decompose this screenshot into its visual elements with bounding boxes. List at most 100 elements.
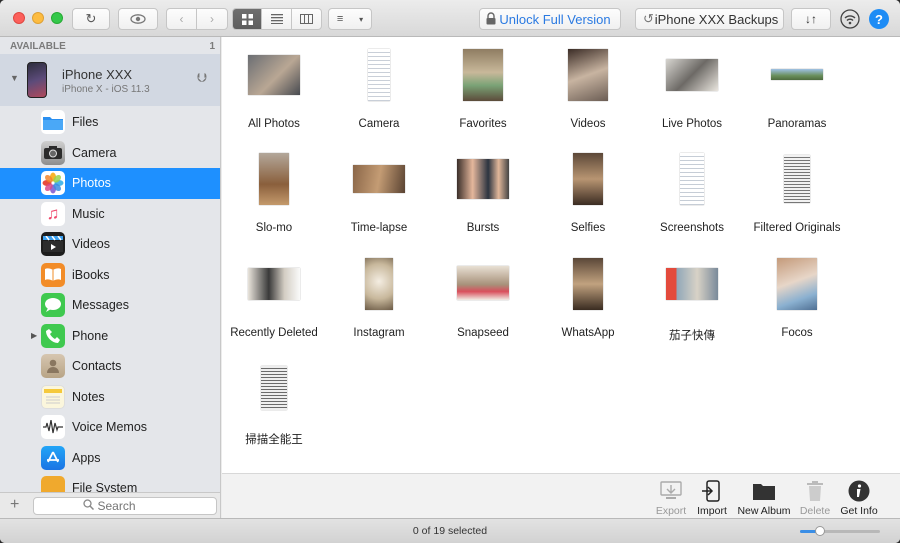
sidebar-item-files[interactable]: Files <box>0 107 220 138</box>
search-field[interactable] <box>33 497 217 515</box>
album-selfies[interactable]: Selfies <box>536 153 640 253</box>
list-view-button[interactable] <box>262 9 292 29</box>
album-label: Favorites <box>459 118 507 130</box>
album-whatsapp[interactable]: WhatsApp <box>536 258 640 358</box>
sidebar-item-ibooks[interactable]: iBooks <box>0 260 220 291</box>
album-label: Screenshots <box>660 222 724 234</box>
device-row[interactable]: ▼ iPhone XXX iPhone X - iOS 11.3 ⮋ <box>0 54 220 106</box>
sidebar-item-camera[interactable]: Camera <box>0 138 220 169</box>
album-label: Time-lapse <box>350 222 408 234</box>
photos-icon <box>41 171 65 196</box>
album-thumbnail <box>353 165 405 193</box>
backups-button[interactable]: ↺ iPhone XXX Backups <box>635 8 784 30</box>
album-favorites[interactable]: Favorites <box>431 49 535 149</box>
album-panoramas[interactable]: Panoramas <box>745 49 849 149</box>
album-thumbnail <box>666 59 718 91</box>
sidebar-item-videos[interactable]: Videos <box>0 229 220 260</box>
help-button[interactable]: ? <box>869 9 889 29</box>
minimize-window-button[interactable] <box>32 12 44 24</box>
album-thumbnail <box>248 55 300 95</box>
album-camscanner[interactable]: 掃描全能王 <box>222 362 326 462</box>
album-thumbnail <box>261 366 287 410</box>
album-snapseed[interactable]: Snapseed <box>431 258 535 358</box>
list-icon <box>270 14 283 24</box>
info-icon <box>831 480 887 502</box>
sidebar-item-apps[interactable]: Apps <box>0 443 220 474</box>
sidebar-item-label: Notes <box>72 389 105 404</box>
album-filtered-originals[interactable]: Filtered Originals <box>745 153 849 253</box>
import-button[interactable]: Import <box>684 480 740 518</box>
slider-knob[interactable] <box>815 526 825 536</box>
album-camera[interactable]: Camera <box>327 49 431 149</box>
camera-icon <box>41 140 65 165</box>
sidebar-list: Files Camera Photos ♫ Music Videos iBook… <box>0 107 220 504</box>
column-view-button[interactable] <box>292 9 321 29</box>
sidebar-item-label: Music <box>72 206 105 221</box>
preview-button[interactable] <box>118 8 158 30</box>
album-label: Panoramas <box>767 118 827 130</box>
search-icon <box>82 499 94 513</box>
voice-memos-icon <box>41 415 65 440</box>
album-thumbnail <box>368 49 390 101</box>
close-window-button[interactable] <box>13 12 25 24</box>
disclosure-triangle-icon[interactable]: ▼ <box>10 73 19 83</box>
album-thumbnail <box>573 153 603 205</box>
get-info-button[interactable]: Get Info <box>831 480 887 518</box>
forward-button[interactable]: › <box>197 9 227 29</box>
app-window: ↻ ‹ › ≡ ▾ Unlock Full Version ↺ iPhone X… <box>0 0 900 543</box>
sidebar-item-label: Contacts <box>72 359 122 374</box>
grid-icon <box>241 13 253 25</box>
sidebar-item-photos[interactable]: Photos <box>0 168 220 199</box>
selection-status: 0 of 19 selected <box>412 525 488 537</box>
album-all-photos[interactable]: All Photos <box>222 49 326 149</box>
album-thumbnail <box>777 258 817 310</box>
album-thumbnail <box>259 153 289 205</box>
usb-icon: ⮋ <box>197 70 207 85</box>
album-thumbnail <box>248 268 300 300</box>
album-slo-mo[interactable]: Slo-mo <box>222 153 326 253</box>
album-focos[interactable]: Focos <box>745 258 849 358</box>
album-thumbnail <box>666 268 718 300</box>
album-bursts[interactable]: Bursts <box>431 153 535 253</box>
album-live-photos[interactable]: Live Photos <box>640 49 744 149</box>
album-label: Videos <box>570 118 606 130</box>
unlock-full-version-button[interactable]: Unlock Full Version <box>479 8 621 30</box>
sidebar-item-voice-memos[interactable]: Voice Memos <box>0 412 220 443</box>
videos-icon <box>41 232 65 257</box>
contacts-icon <box>41 354 65 379</box>
apps-icon <box>41 445 65 470</box>
sidebar-item-notes[interactable]: Notes <box>0 382 220 413</box>
album-recently-deleted[interactable]: Recently Deleted <box>222 258 326 358</box>
album-time-lapse[interactable]: Time-lapse <box>327 153 431 253</box>
icon-view-button[interactable] <box>233 9 263 29</box>
disclosure-triangle-icon[interactable]: ▶ <box>31 331 37 340</box>
album-label: WhatsApp <box>561 327 615 339</box>
sidebar-item-phone[interactable]: ▶ Phone <box>0 321 220 352</box>
album-videos[interactable]: Videos <box>536 49 640 149</box>
search-input[interactable] <box>97 499 168 513</box>
album-thumbnail <box>365 258 393 310</box>
sort-icon: ≡ <box>336 13 344 25</box>
messages-icon <box>41 293 65 318</box>
album-screenshots[interactable]: Screenshots <box>640 153 744 253</box>
back-button[interactable]: ‹ <box>167 9 197 29</box>
chevron-right-icon: › <box>210 12 214 26</box>
transfer-button[interactable]: ↓↑ <box>791 8 831 30</box>
sidebar-item-messages[interactable]: Messages <box>0 290 220 321</box>
sidebar-item-contacts[interactable]: Contacts <box>0 351 220 382</box>
history-icon: ↺ <box>643 11 654 26</box>
sidebar-item-music[interactable]: ♫ Music <box>0 199 220 230</box>
album-thumbnail <box>457 266 509 300</box>
album-xender[interactable]: 茄子快傳 <box>640 258 744 358</box>
thumbnail-size-slider[interactable] <box>800 526 880 536</box>
album-instagram[interactable]: Instagram <box>327 258 431 358</box>
music-icon: ♫ <box>41 201 65 226</box>
new-album-button[interactable]: New Album <box>736 480 792 518</box>
wifi-button[interactable] <box>840 9 860 29</box>
refresh-button[interactable]: ↻ <box>72 8 110 30</box>
add-button[interactable]: + <box>10 496 19 514</box>
device-name: iPhone XXX <box>62 67 133 82</box>
zoom-window-button[interactable] <box>51 12 63 24</box>
sort-dropdown[interactable]: ≡ ▾ <box>328 8 372 30</box>
album-label: Slo-mo <box>255 222 293 234</box>
